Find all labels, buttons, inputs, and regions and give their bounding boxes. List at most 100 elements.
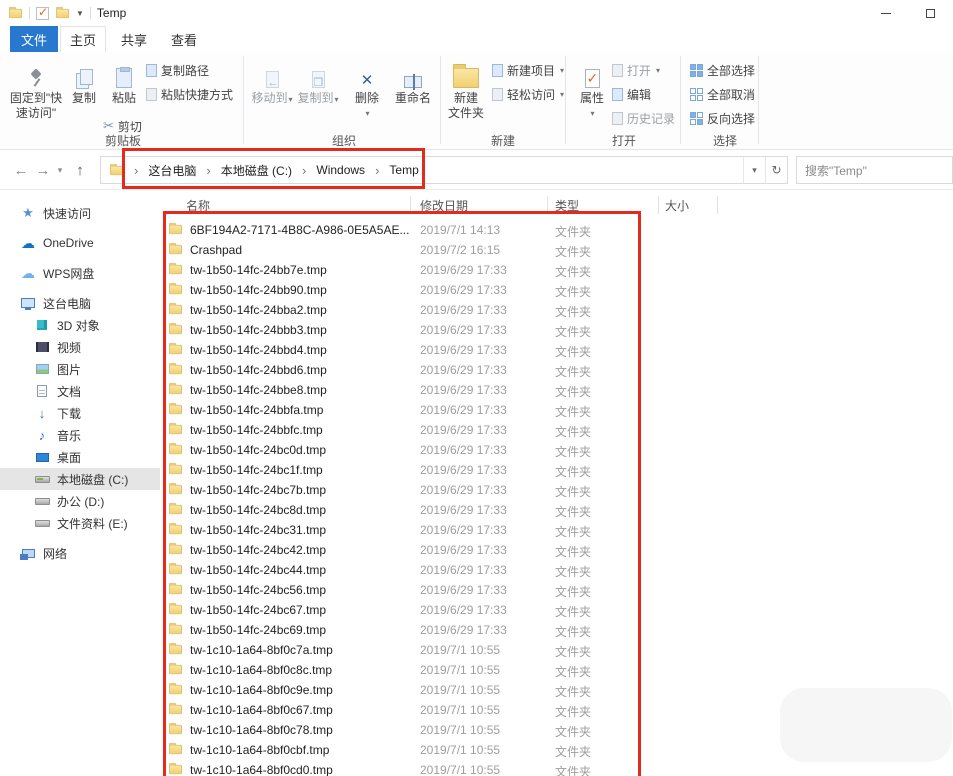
table-row[interactable]: tw-1b50-14fc-24bc69.tmp2019/6/29 17:33文件… (160, 620, 953, 640)
refresh-icon[interactable]: ↻ (765, 157, 787, 183)
table-row[interactable]: tw-1c10-1a64-8bf0c8c.tmp2019/7/1 10:55文件… (160, 660, 953, 680)
file-name[interactable]: tw-1b50-14fc-24bc31.tmp (190, 523, 326, 537)
address-dropdown-chevron-icon[interactable]: ▾ (743, 157, 765, 183)
table-row[interactable]: tw-1b50-14fc-24bc67.tmp2019/6/29 17:33文件… (160, 600, 953, 620)
file-name[interactable]: tw-1b50-14fc-24bbb3.tmp (190, 323, 327, 337)
new-item-button[interactable]: 新建项目▾ (492, 60, 564, 80)
select-all-button[interactable]: 全部选择 (690, 60, 755, 80)
column-divider[interactable] (658, 196, 659, 214)
sidebar-item[interactable]: 网络 (0, 542, 160, 564)
sidebar-item[interactable]: 3D 对象 (0, 314, 160, 336)
sidebar-item[interactable]: 文档 (0, 380, 160, 402)
table-row[interactable]: tw-1b50-14fc-24bbd4.tmp2019/6/29 17:33文件… (160, 340, 953, 360)
customize-toolbar-chevron-icon[interactable]: ▼ (76, 9, 84, 18)
move-to-button[interactable]: ← 移动到▾ (250, 58, 294, 107)
table-row[interactable]: tw-1b50-14fc-24bc7b.tmp2019/6/29 17:33文件… (160, 480, 953, 500)
table-row[interactable]: tw-1c10-1a64-8bf0c7a.tmp2019/7/1 10:55文件… (160, 640, 953, 660)
recent-locations-chevron-icon[interactable]: ▾ (52, 150, 68, 190)
file-name[interactable]: tw-1b50-14fc-24bc42.tmp (190, 543, 326, 557)
table-row[interactable]: tw-1b50-14fc-24bc0d.tmp2019/6/29 17:33文件… (160, 440, 953, 460)
column-divider[interactable] (410, 196, 411, 214)
paste-shortcut-button[interactable]: 粘贴快捷方式 (146, 84, 233, 104)
file-name[interactable]: tw-1c10-1a64-8bf0c8c.tmp (190, 663, 332, 677)
column-header-date[interactable]: 修改日期 (420, 197, 468, 214)
select-none-button[interactable]: 全部取消 (690, 84, 755, 104)
properties-button[interactable]: 属性 ▾ (572, 58, 612, 121)
column-header-size[interactable]: 大小 (665, 197, 689, 214)
table-row[interactable]: tw-1b50-14fc-24bbfc.tmp2019/6/29 17:33文件… (160, 420, 953, 440)
copy-button[interactable]: 复制 (64, 58, 104, 106)
search-input[interactable]: 搜索"Temp" (796, 156, 953, 184)
maximize-button[interactable] (908, 0, 953, 26)
new-folder-button[interactable]: 新建 文件夹 (444, 58, 488, 121)
sidebar-item[interactable]: 文件资料 (E:) (0, 512, 160, 534)
sidebar-item[interactable]: ☁WPS网盘 (0, 262, 160, 284)
file-name[interactable]: tw-1c10-1a64-8bf0c78.tmp (190, 723, 333, 737)
file-name[interactable]: tw-1b50-14fc-24bc67.tmp (190, 603, 326, 617)
breadcrumb-item[interactable]: Windows (316, 163, 365, 177)
sidebar-item[interactable]: 本地磁盘 (C:) (0, 468, 160, 490)
file-name[interactable]: tw-1b50-14fc-24bc7b.tmp (190, 483, 326, 497)
open-button[interactable]: 打开▾ (612, 60, 660, 80)
file-name[interactable]: Crashpad (190, 243, 242, 257)
file-name[interactable]: tw-1b50-14fc-24bbfa.tmp (190, 403, 323, 417)
file-name[interactable]: tw-1c10-1a64-8bf0c9e.tmp (190, 683, 333, 697)
table-row[interactable]: tw-1b50-14fc-24bc8d.tmp2019/6/29 17:33文件… (160, 500, 953, 520)
minimize-button[interactable] (863, 0, 908, 26)
table-row[interactable]: tw-1b50-14fc-24bbd6.tmp2019/6/29 17:33文件… (160, 360, 953, 380)
file-name[interactable]: tw-1b50-14fc-24bb90.tmp (190, 283, 327, 297)
breadcrumb-item[interactable]: 这台电脑 (148, 162, 196, 179)
table-row[interactable]: tw-1b50-14fc-24bc1f.tmp2019/6/29 17:33文件… (160, 460, 953, 480)
table-row[interactable]: tw-1b50-14fc-24bb90.tmp2019/6/29 17:33文件… (160, 280, 953, 300)
file-name[interactable]: tw-1b50-14fc-24bc44.tmp (190, 563, 326, 577)
table-row[interactable]: tw-1b50-14fc-24bbe8.tmp2019/6/29 17:33文件… (160, 380, 953, 400)
file-name[interactable]: tw-1b50-14fc-24bc8d.tmp (190, 503, 326, 517)
address-box[interactable]: › 这台电脑›本地磁盘 (C:)›Windows›Temp ▾ ↻ (100, 156, 788, 184)
tab-view[interactable]: 查看 (162, 26, 206, 52)
copy-to-button[interactable]: ❐ 复制到▾ (296, 58, 340, 107)
easy-access-button[interactable]: 轻松访问▾ (492, 84, 564, 104)
sidebar-item[interactable]: 办公 (D:) (0, 490, 160, 512)
file-name[interactable]: tw-1b50-14fc-24bc0d.tmp (190, 443, 326, 457)
file-name[interactable]: tw-1c10-1a64-8bf0cbf.tmp (190, 743, 329, 757)
file-name[interactable]: tw-1b50-14fc-24bba2.tmp (190, 303, 327, 317)
sidebar-item[interactable]: 桌面 (0, 446, 160, 468)
file-name[interactable]: tw-1b50-14fc-24bb7e.tmp (190, 263, 327, 277)
file-name[interactable]: tw-1c10-1a64-8bf0cd0.tmp (190, 763, 333, 776)
column-divider[interactable] (547, 196, 548, 214)
properties-quick-icon[interactable] (36, 7, 49, 20)
back-button[interactable]: ← (10, 150, 32, 190)
column-header-name[interactable]: 名称 (186, 197, 210, 214)
file-name[interactable]: tw-1b50-14fc-24bc1f.tmp (190, 463, 323, 477)
table-row[interactable]: tw-1b50-14fc-24bba2.tmp2019/6/29 17:33文件… (160, 300, 953, 320)
new-folder-quick-icon[interactable] (56, 8, 69, 17)
forward-button[interactable]: → (32, 150, 54, 190)
sidebar-item[interactable]: 这台电脑 (0, 292, 160, 314)
pin-to-quick-access-button[interactable]: 固定到"快 速访问" (8, 58, 64, 121)
column-divider[interactable] (717, 196, 718, 214)
tab-share[interactable]: 共享 (112, 26, 156, 52)
table-row[interactable]: tw-1b50-14fc-24bc42.tmp2019/6/29 17:33文件… (160, 540, 953, 560)
table-row[interactable]: tw-1b50-14fc-24bb7e.tmp2019/6/29 17:33文件… (160, 260, 953, 280)
sidebar-item[interactable]: ↓下载 (0, 402, 160, 424)
file-name[interactable]: tw-1b50-14fc-24bc69.tmp (190, 623, 326, 637)
sidebar-item[interactable]: 视频 (0, 336, 160, 358)
file-name[interactable]: tw-1b50-14fc-24bc56.tmp (190, 583, 326, 597)
history-button[interactable]: 历史记录 (612, 108, 675, 128)
file-name[interactable]: tw-1c10-1a64-8bf0c7a.tmp (190, 643, 333, 657)
file-name[interactable]: tw-1b50-14fc-24bbfc.tmp (190, 423, 323, 437)
table-row[interactable]: tw-1c10-1a64-8bf0cd0.tmp2019/7/1 10:55文件… (160, 760, 953, 776)
rename-button[interactable]: 重命名 (388, 58, 438, 106)
table-row[interactable]: Crashpad2019/7/2 16:15文件夹 (160, 240, 953, 260)
sidebar-item[interactable]: ★快速访问 (0, 202, 160, 224)
sidebar-item[interactable]: ☁OneDrive (0, 232, 160, 254)
table-row[interactable]: tw-1b50-14fc-24bc56.tmp2019/6/29 17:33文件… (160, 580, 953, 600)
table-row[interactable]: tw-1b50-14fc-24bbfa.tmp2019/6/29 17:33文件… (160, 400, 953, 420)
sidebar-item[interactable]: ♪音乐 (0, 424, 160, 446)
file-name[interactable]: 6BF194A2-7171-4B8C-A986-0E5A5AE... (190, 223, 409, 237)
tab-file[interactable]: 文件 (10, 26, 58, 52)
sidebar-item[interactable]: 图片 (0, 358, 160, 380)
table-row[interactable]: tw-1b50-14fc-24bbb3.tmp2019/6/29 17:33文件… (160, 320, 953, 340)
file-name[interactable]: tw-1b50-14fc-24bbe8.tmp (190, 383, 327, 397)
breadcrumb-item[interactable]: 本地磁盘 (C:) (221, 162, 292, 179)
